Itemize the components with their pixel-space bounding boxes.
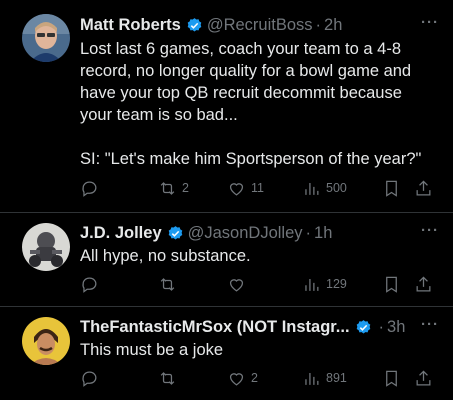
views-button[interactable]: 891: [302, 367, 347, 389]
tweet-text: Lost last 6 games, coach your team to a …: [80, 38, 435, 170]
display-name[interactable]: TheFantasticMrSox (NOT Instagr...: [80, 318, 350, 337]
views-count: 129: [326, 277, 347, 291]
user-handle[interactable]: @JasonDJolley: [188, 224, 303, 243]
like-button[interactable]: 2: [227, 367, 258, 389]
tweet-header: J.D. Jolley @JasonDJolley · 1h: [80, 222, 439, 244]
retweet-button[interactable]: [158, 273, 182, 295]
share-icon: [416, 369, 431, 385]
views-button[interactable]: 500: [302, 177, 347, 199]
tweet-3[interactable]: TheFantasticMrSox (NOT Instagr... · 3h ·…: [0, 307, 453, 400]
reply-icon: [82, 181, 97, 197]
like-button[interactable]: 11: [227, 177, 264, 199]
separator-dot: ·: [315, 15, 322, 34]
bookmark-icon: [386, 370, 397, 387]
display-name[interactable]: Matt Roberts: [80, 16, 181, 35]
views-button[interactable]: 129: [302, 273, 347, 295]
bookmark-button[interactable]: [382, 273, 401, 295]
reply-button[interactable]: [80, 367, 104, 389]
retweet-icon: [160, 371, 175, 385]
timestamp[interactable]: 2h: [324, 16, 342, 35]
retweet-icon: [160, 181, 175, 195]
retweet-icon: [160, 277, 175, 291]
share-button[interactable]: [414, 367, 433, 389]
like-icon: [229, 372, 244, 386]
share-icon: [416, 179, 431, 195]
bookmark-icon: [386, 276, 397, 293]
timestamp[interactable]: 3h: [387, 318, 405, 337]
bookmark-icon: [386, 180, 397, 197]
verified-icon: [167, 225, 184, 242]
reply-icon: [82, 277, 97, 293]
views-count: 891: [326, 371, 347, 385]
reply-button[interactable]: [80, 177, 104, 199]
views-icon: [305, 278, 319, 291]
tweet-2[interactable]: J.D. Jolley @JasonDJolley · 1h ··· All h…: [0, 213, 453, 306]
verified-icon: [355, 319, 372, 336]
reply-button[interactable]: [80, 273, 104, 295]
separator-dot: ·: [378, 317, 385, 336]
like-button[interactable]: [227, 273, 251, 295]
user-handle[interactable]: @RecruitBoss: [207, 16, 313, 35]
tweet-actions: 2 11 500: [80, 177, 438, 199]
separator-dot: ·: [305, 223, 312, 242]
more-icon[interactable]: ···: [421, 316, 439, 333]
views-icon: [305, 372, 319, 385]
verified-icon: [186, 17, 203, 34]
tweet-text: All hype, no substance.: [80, 245, 435, 267]
like-icon: [229, 278, 244, 292]
share-button[interactable]: [414, 273, 433, 295]
more-icon[interactable]: ···: [421, 222, 439, 239]
tweet-feed: Matt Roberts @RecruitBoss · 2h ··· Lost …: [0, 0, 453, 400]
tweet-paragraph: This must be a joke: [80, 341, 224, 359]
views-count: 500: [326, 181, 347, 195]
tweet-header: TheFantasticMrSox (NOT Instagr... · 3h: [80, 316, 439, 338]
share-button[interactable]: [414, 177, 433, 199]
share-icon: [416, 275, 431, 291]
views-icon: [305, 182, 319, 195]
like-count: 2: [251, 371, 258, 385]
more-icon[interactable]: ···: [421, 14, 439, 31]
avatar[interactable]: [22, 317, 70, 365]
avatar[interactable]: [22, 14, 70, 62]
retweet-count: 2: [182, 181, 189, 195]
tweet-header: Matt Roberts @RecruitBoss · 2h: [80, 14, 439, 36]
reply-icon: [82, 371, 97, 387]
timestamp[interactable]: 1h: [314, 224, 332, 243]
tweet-paragraph: SI: "Let's make him Sportsperson of the …: [80, 150, 422, 168]
retweet-button[interactable]: 2: [158, 177, 189, 199]
retweet-button[interactable]: [158, 367, 182, 389]
tweet-1[interactable]: Matt Roberts @RecruitBoss · 2h ··· Lost …: [0, 0, 453, 212]
tweet-text: This must be a joke: [80, 339, 435, 361]
display-name[interactable]: J.D. Jolley: [80, 224, 162, 243]
like-icon: [229, 182, 244, 196]
avatar[interactable]: [22, 223, 70, 271]
bookmark-button[interactable]: [382, 177, 401, 199]
like-count: 11: [251, 181, 264, 195]
tweet-actions: 2 891: [80, 367, 438, 389]
tweet-actions: 129: [80, 273, 438, 295]
bookmark-button[interactable]: [382, 367, 401, 389]
tweet-paragraph: All hype, no substance.: [80, 247, 251, 265]
tweet-paragraph: Lost last 6 games, coach your team to a …: [80, 40, 416, 124]
